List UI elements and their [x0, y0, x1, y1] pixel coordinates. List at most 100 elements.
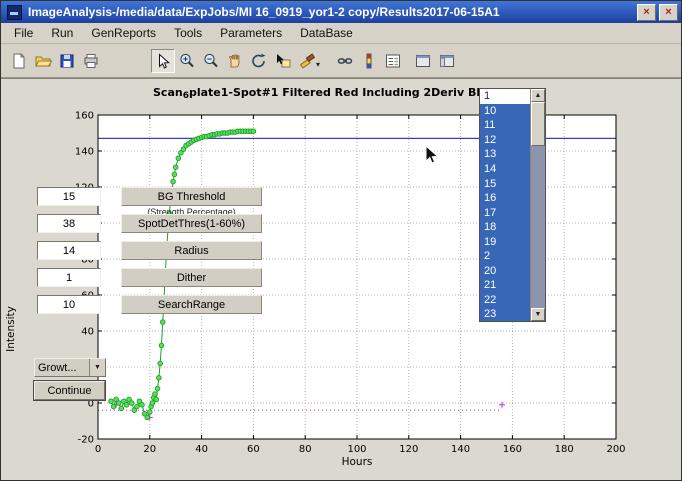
param-button-dither[interactable]: Dither [121, 268, 262, 287]
y-tick-label: 0 [88, 399, 94, 410]
spot-number-listbox[interactable]: 110111213141516171819220212223 ▲ ▼ [479, 88, 546, 322]
spot-list-item-12[interactable]: 12 [480, 133, 530, 148]
growth-curve-marker [176, 156, 181, 161]
scrollbar-thumb[interactable] [531, 102, 545, 146]
zoom-out-icon[interactable] [199, 49, 223, 73]
menu-item-database[interactable]: DataBase [291, 24, 362, 42]
growth-curve-marker [148, 410, 153, 415]
titlebar: ImageAnalysis-/media/data/ExpJobs/MI 16_… [1, 1, 681, 23]
minimize-button[interactable]: × [637, 4, 656, 21]
pan-hand-icon[interactable] [223, 49, 247, 73]
menu-bar: FileRunGenReportsToolsParametersDataBase [1, 23, 681, 44]
spot-list-item-16[interactable]: 16 [480, 191, 530, 206]
growth-curve-marker [129, 401, 134, 406]
x-tick-label: 160 [503, 444, 522, 455]
new-file-icon[interactable] [7, 49, 31, 73]
figure-area: 020406080100120140160180200-200204060801… [1, 78, 681, 481]
spot-list-item-13[interactable]: 13 [480, 147, 530, 162]
close-button[interactable]: × [659, 4, 678, 21]
app-icon[interactable] [7, 5, 22, 20]
link-plot-icon[interactable] [333, 49, 357, 73]
growth-curve-marker [116, 401, 121, 406]
param-button-radius[interactable]: Radius [121, 241, 262, 260]
growth-curve-marker [159, 343, 164, 348]
spot-list-item-11[interactable]: 11 [480, 118, 530, 133]
growth-plot[interactable]: 020406080100120140160180200-200204060801… [1, 79, 682, 481]
mouse-cursor-icon [425, 145, 439, 166]
print-icon[interactable] [79, 49, 103, 73]
open-file-icon[interactable] [31, 49, 55, 73]
insert-legend-icon[interactable] [381, 49, 405, 73]
continue-button[interactable]: Continue [34, 381, 105, 400]
growth-model-select[interactable]: Growt... ▼ [34, 358, 106, 377]
spot-list-item-21[interactable]: 21 [480, 278, 530, 293]
save-icon[interactable] [55, 49, 79, 73]
scrollbar-track[interactable] [531, 102, 545, 308]
growth-curve-marker [150, 401, 155, 406]
spot-list-item-23[interactable]: 23 [480, 307, 530, 321]
param-button-spotdetthres-1-60[interactable]: SpotDetThres(1-60%) [121, 214, 262, 233]
spot-list-item-2[interactable]: 2 [480, 249, 530, 264]
spot-list-item-20[interactable]: 20 [480, 264, 530, 279]
x-tick-label: 140 [451, 444, 470, 455]
spot-list-item-22[interactable]: 22 [480, 293, 530, 308]
growth-curve-marker [140, 403, 145, 408]
brush-dropdown-icon[interactable]: ▾ [316, 60, 320, 69]
insert-colorbar-icon[interactable] [357, 49, 381, 73]
zoom-in-icon[interactable] [175, 49, 199, 73]
growth-model-value: Growt... [35, 362, 89, 374]
menu-item-run[interactable]: Run [42, 24, 82, 42]
growth-curve-marker [171, 179, 176, 184]
growth-curve-marker [111, 404, 116, 409]
x-tick-label: 80 [299, 444, 312, 455]
growth-curve-marker [154, 397, 159, 402]
hide-plot-tools-icon[interactable] [411, 49, 435, 73]
param-value-searchrange[interactable]: 10 [37, 295, 101, 314]
y-tick-label: -20 [78, 435, 94, 446]
menu-item-tools[interactable]: Tools [165, 24, 211, 42]
toolbar: ▾ [1, 44, 681, 78]
x-tick-label: 180 [555, 444, 574, 455]
app-window: ImageAnalysis-/media/data/ExpJobs/MI 16_… [0, 0, 682, 481]
param-button-bg-threshold[interactable]: BG Threshold [121, 187, 262, 206]
y-axis-label: Intensity [5, 306, 17, 352]
spot-list-item-10[interactable]: 10 [480, 104, 530, 119]
growth-curve-marker [135, 404, 140, 409]
param-value-spotdetthres-1-60[interactable]: 38 [37, 214, 101, 233]
param-button-searchrange[interactable]: SearchRange [121, 295, 262, 314]
window-title: ImageAnalysis-/media/data/ExpJobs/MI 16_… [28, 5, 634, 19]
x-tick-label: 200 [606, 444, 625, 455]
y-tick-label: 160 [75, 111, 94, 122]
rotate-3d-icon[interactable] [247, 49, 271, 73]
x-axis-label: Hours [342, 456, 373, 468]
param-value-dither[interactable]: 1 [37, 268, 101, 287]
param-value-bg-threshold[interactable]: 15 [37, 187, 101, 206]
spot-list-item-1[interactable]: 1 [480, 89, 530, 104]
x-tick-label: 120 [399, 444, 418, 455]
spot-list-item-18[interactable]: 18 [480, 220, 530, 235]
menu-item-parameters[interactable]: Parameters [211, 24, 291, 42]
listbox-scrollbar[interactable]: ▲ ▼ [530, 89, 545, 321]
growth-curve-marker [153, 392, 158, 397]
data-cursor-icon[interactable] [271, 49, 295, 73]
select-arrow-icon[interactable] [151, 49, 175, 73]
x-tick-label: 20 [143, 444, 156, 455]
x-tick-label: 40 [195, 444, 208, 455]
x-tick-label: 0 [95, 444, 101, 455]
growth-curve-marker [172, 172, 177, 177]
menu-item-genreports[interactable]: GenReports [82, 24, 165, 42]
y-tick-label: 140 [75, 147, 94, 158]
growth-curve-marker [145, 415, 150, 420]
spot-list-item-15[interactable]: 15 [480, 176, 530, 191]
spot-list-item-14[interactable]: 14 [480, 162, 530, 177]
scroll-down-icon[interactable]: ▼ [531, 308, 545, 321]
x-tick-label: 60 [247, 444, 260, 455]
chevron-down-icon[interactable]: ▼ [89, 359, 105, 376]
param-value-radius[interactable]: 14 [37, 241, 101, 260]
scroll-up-icon[interactable]: ▲ [531, 89, 545, 102]
show-plot-tools-icon[interactable] [435, 49, 459, 73]
spot-list-item-17[interactable]: 17 [480, 205, 530, 220]
menu-item-file[interactable]: File [5, 24, 42, 42]
growth-curve-marker [173, 165, 178, 170]
spot-list-item-19[interactable]: 19 [480, 234, 530, 249]
